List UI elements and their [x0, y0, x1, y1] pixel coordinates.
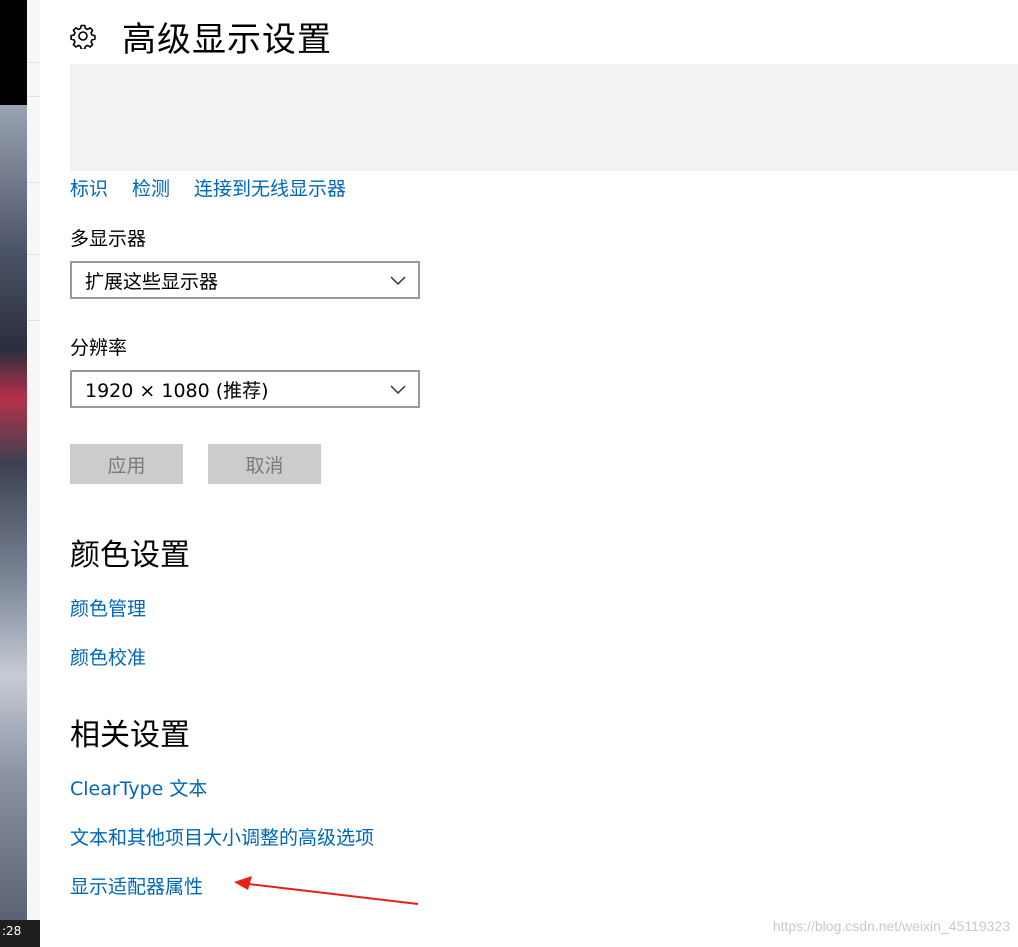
cancel-button[interactable]: 取消	[208, 444, 321, 484]
advanced-sizing-link[interactable]: 文本和其他项目大小调整的高级选项	[70, 825, 374, 851]
watermark: https://blog.csdn.net/weixin_45119323	[772, 918, 1010, 934]
color-management-link[interactable]: 颜色管理	[70, 596, 146, 622]
multi-display-label: 多显示器	[70, 228, 147, 250]
background-window-edge	[27, 0, 40, 947]
cleartype-text-link[interactable]: ClearType 文本	[70, 776, 207, 802]
page-header: 高级显示设置	[70, 8, 332, 64]
display-action-links: 标识 检测 连接到无线显示器	[70, 176, 346, 202]
page-title: 高级显示设置	[122, 19, 332, 60]
taskbar-clock: :28	[0, 920, 40, 947]
chevron-down-icon	[390, 385, 406, 395]
red-arrow-annotation	[234, 876, 419, 905]
display-preview-area[interactable]	[70, 64, 1018, 171]
related-settings-title: 相关设置	[70, 718, 190, 753]
desktop-wallpaper	[0, 105, 27, 920]
background-black-area	[0, 0, 27, 105]
screen: :28 高级显示设置 标识 检测 连接到无线显示器 多显示器 扩展这些显示器 分…	[0, 0, 1018, 947]
multi-display-value: 扩展这些显示器	[85, 270, 219, 293]
display-adapter-properties-link[interactable]: 显示适配器属性	[70, 874, 203, 900]
multi-display-dropdown[interactable]: 扩展这些显示器	[70, 261, 420, 299]
color-settings-title: 颜色设置	[70, 538, 190, 573]
resolution-label: 分辨率	[70, 337, 128, 359]
detect-link[interactable]: 检测	[132, 176, 170, 202]
connect-wireless-display-link[interactable]: 连接到无线显示器	[194, 176, 346, 202]
resolution-value: 1920 × 1080 (推荐)	[85, 379, 269, 402]
apply-button[interactable]: 应用	[70, 444, 183, 484]
gear-icon	[70, 23, 96, 49]
chevron-down-icon	[390, 276, 406, 286]
resolution-dropdown[interactable]: 1920 × 1080 (推荐)	[70, 370, 420, 408]
color-calibration-link[interactable]: 颜色校准	[70, 645, 146, 671]
background-window-strip: :28	[0, 0, 40, 947]
identify-link[interactable]: 标识	[70, 176, 108, 202]
